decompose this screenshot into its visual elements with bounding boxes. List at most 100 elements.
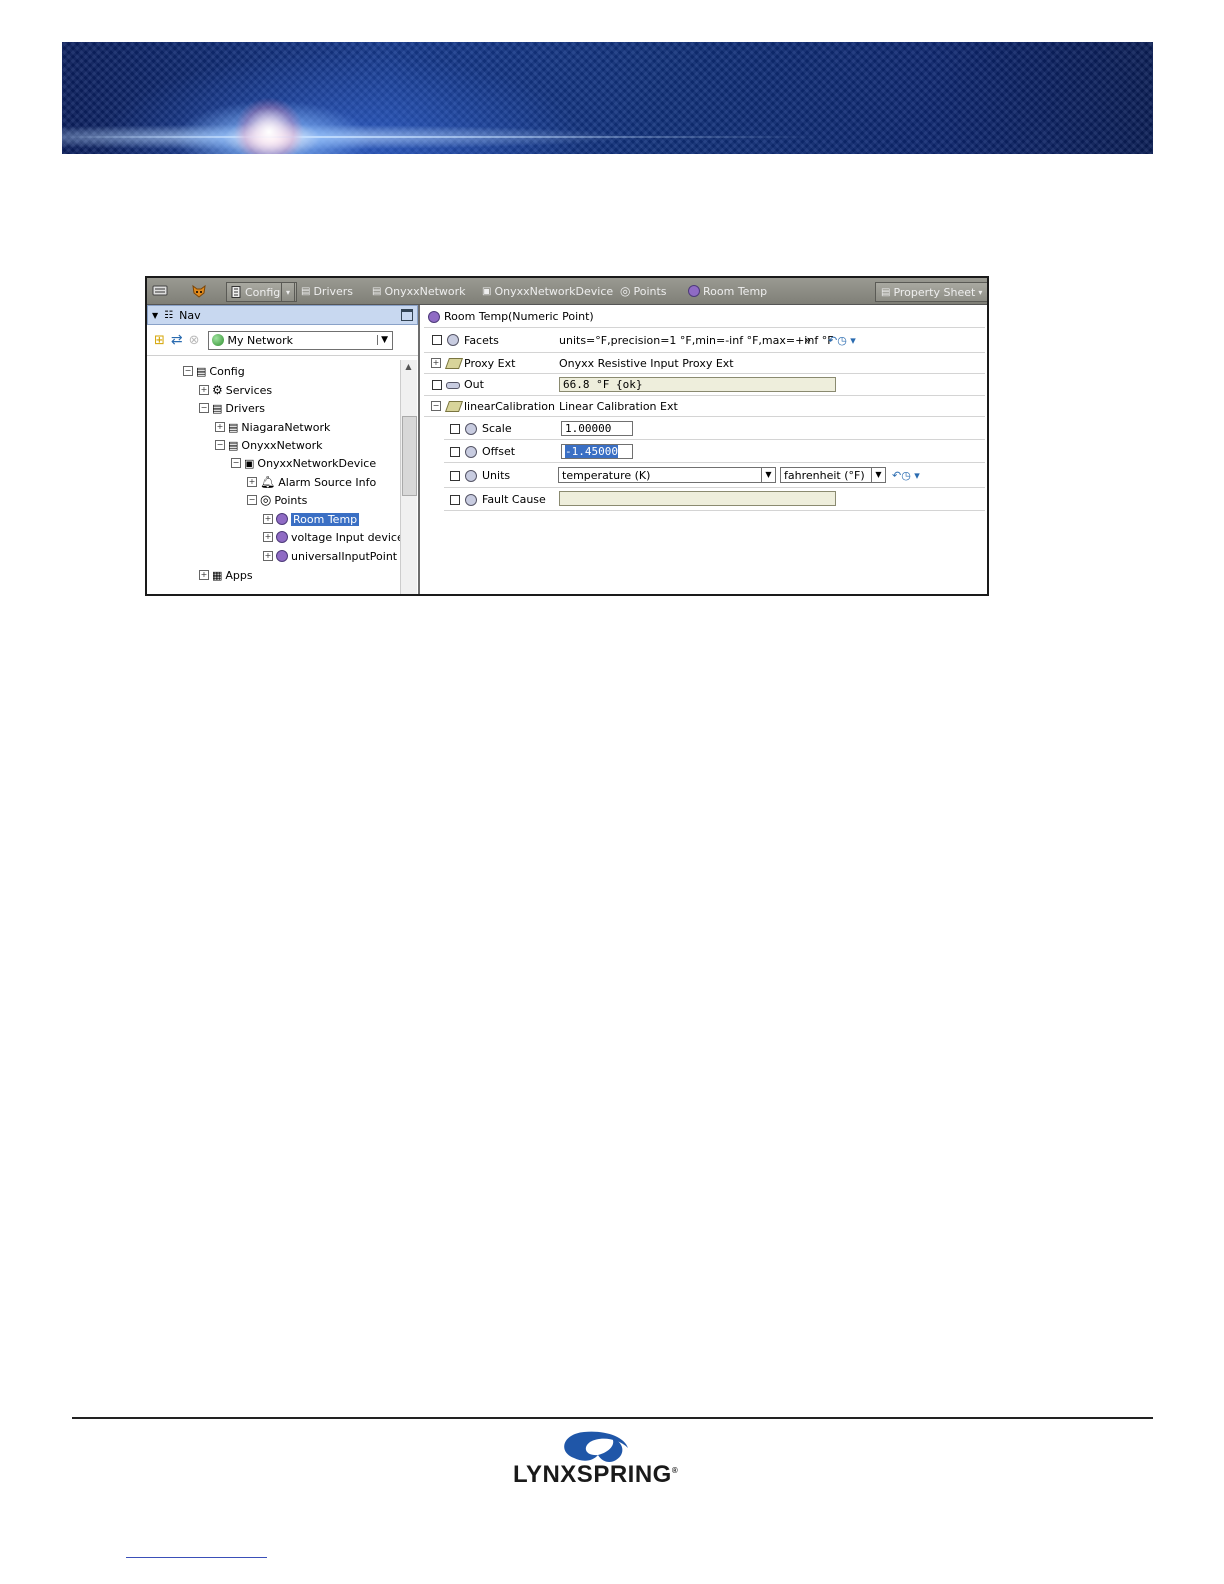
config-icon (230, 286, 242, 298)
tree-node-drivers[interactable]: − ▤ Drivers (199, 400, 265, 416)
expand-icon[interactable]: + (215, 422, 225, 432)
gear-icon: ⚙ (212, 383, 223, 397)
property-label: Scale (482, 421, 512, 435)
numeric-point-icon (428, 311, 440, 323)
scroll-thumb[interactable] (402, 416, 417, 496)
collapse-icon[interactable]: − (247, 495, 257, 505)
history-icon[interactable]: ↶◷ ▾ (892, 469, 920, 482)
chevron-down-icon[interactable]: ▼ (152, 311, 158, 320)
breadcrumb-room-temp-label: Room Temp (703, 284, 768, 298)
row-checkbox[interactable] (432, 335, 442, 345)
footer-link-underline[interactable] (126, 1557, 267, 1558)
tree-node-voltage-input[interactable]: + voltage Input device (263, 529, 400, 545)
maximize-icon[interactable] (401, 309, 413, 321)
row-checkbox[interactable] (432, 380, 442, 390)
collapse-icon[interactable]: − (199, 403, 209, 413)
device-icon: ▣ (482, 285, 492, 297)
station-icon[interactable] (152, 282, 168, 300)
out-value-field: 66.8 °F {ok} (559, 377, 836, 392)
brand-name: LYNXSPRING (513, 1461, 672, 1488)
collapse-icon[interactable]: − (231, 458, 241, 468)
bell-icon: 🔔︎ (260, 475, 276, 489)
quantity-select[interactable]: temperature (K) ▼ (558, 467, 776, 483)
tree-label: voltage Input device (291, 530, 400, 544)
nav-tools: ⊞ ⇄ ⊗ My Network ▼ (147, 325, 418, 356)
tree-label: Config (209, 364, 245, 378)
nav-sidebar: ▼ ☷ Nav ⊞ ⇄ ⊗ My Network ▼ − ▤ Config + … (147, 305, 420, 594)
expand-icon[interactable]: + (263, 514, 273, 524)
chevron-down-icon: ▼ (871, 468, 885, 482)
scale-input[interactable]: 1.00000 (561, 421, 633, 436)
network-select-value: My Network (227, 333, 293, 347)
numeric-point-icon (688, 285, 700, 297)
nav-title: Nav (179, 308, 201, 322)
footer-brand: LYNXSPRING® (513, 1461, 678, 1489)
scroll-up-icon[interactable]: ▲ (402, 361, 415, 373)
nav-header: ▼ ☷ Nav (147, 305, 418, 325)
sheet-title-row: Room Temp (Numeric Point) (424, 305, 985, 328)
offset-input[interactable]: -1.45000 (561, 444, 633, 459)
property-row-scale: Scale 1.00000 (444, 417, 985, 440)
view-selector-label: Property Sheet (893, 285, 976, 299)
row-checkbox[interactable] (450, 447, 460, 457)
expand-icon[interactable]: + (263, 551, 273, 561)
chevron-down-icon: ▼ (761, 468, 775, 482)
row-checkbox[interactable] (450, 495, 460, 505)
sheet-title: Room Temp (444, 309, 509, 323)
config-dropdown-arrow[interactable]: ▾ (281, 282, 295, 302)
drivers-icon: ▤ (301, 285, 311, 297)
globe-icon (211, 334, 224, 346)
close-disabled-icon[interactable]: ⊗ (189, 333, 200, 348)
expand-icon[interactable]: + (431, 358, 441, 368)
sheet-title-type: (Numeric Point) (508, 309, 594, 323)
network-icon: ▤ (228, 438, 239, 452)
slot-icon (465, 423, 477, 435)
unit-select[interactable]: fahrenheit (°F) ▼ (780, 467, 886, 483)
tree-label: Points (274, 493, 308, 507)
breadcrumb-points[interactable]: ◎ Points (620, 282, 667, 300)
collapse-icon[interactable]: − (431, 401, 441, 411)
expand-icon[interactable]: + (199, 385, 209, 395)
expand-icon[interactable]: + (199, 570, 209, 580)
tree-node-alarm-source-info[interactable]: + 🔔︎ Alarm Source Info (247, 474, 376, 490)
expand-icon[interactable]: + (247, 477, 257, 487)
property-label: Out (464, 378, 484, 391)
tree-node-room-temp[interactable]: + Room Temp (263, 511, 360, 527)
linear-calibration-value: Linear Calibration Ext (559, 399, 678, 413)
breadcrumb-onyxx-network[interactable]: ▤ OnyxxNetwork (372, 282, 466, 300)
tree-label: OnyxxNetworkDevice (257, 456, 377, 470)
row-checkbox[interactable] (450, 424, 460, 434)
collapse-icon[interactable]: − (215, 440, 225, 450)
property-row-fault-cause: Fault Cause (444, 488, 985, 511)
tree-node-config[interactable]: − ▤ Config (183, 363, 245, 379)
tree-node-onyxx-network[interactable]: − ▤ OnyxxNetwork (215, 437, 323, 453)
row-checkbox[interactable] (450, 471, 460, 481)
collapse-icon[interactable]: − (183, 366, 193, 376)
workbench-window: Config ▾ ▤ Drivers ▤ OnyxxNetwork ▣ Onyx… (145, 276, 989, 596)
tree-node-apps[interactable]: + ▦ Apps (199, 567, 253, 583)
expand-icon[interactable]: + (263, 532, 273, 542)
tree-node-onyxx-device[interactable]: − ▣ OnyxxNetworkDevice (231, 455, 376, 471)
tree-node-universal-input[interactable]: + universalInputPoint (263, 548, 397, 564)
history-icon[interactable]: ↶◷ ▾ (828, 334, 856, 347)
tree-node-niagara-network[interactable]: + ▤ NiagaraNetwork (215, 419, 330, 435)
slot-icon (465, 446, 477, 458)
numeric-point-icon (276, 531, 288, 543)
tree-node-points[interactable]: − ◎ Points (247, 492, 307, 508)
refresh-icon[interactable]: ⇄ (171, 332, 183, 348)
tree-node-services[interactable]: + ⚙ Services (199, 382, 272, 398)
new-station-icon[interactable]: ⊞ (154, 333, 165, 348)
points-icon: ◎ (620, 284, 631, 298)
breadcrumb-drivers[interactable]: ▤ Drivers (301, 282, 353, 300)
quantity-value: temperature (K) (562, 468, 651, 482)
unit-value: fahrenheit (°F) (784, 468, 865, 482)
expand-facets-icon[interactable]: » (804, 333, 811, 347)
breadcrumb-toolbar: Config ▾ ▤ Drivers ▤ OnyxxNetwork ▣ Onyx… (147, 278, 987, 305)
network-select[interactable]: My Network ▼ (207, 330, 393, 350)
tree-label-selected: Room Temp (291, 512, 360, 526)
view-selector[interactable]: ▤ Property Sheet ▾ (875, 282, 987, 302)
breadcrumb-room-temp[interactable]: Room Temp (688, 282, 767, 300)
breadcrumb-onyxx-device[interactable]: ▣ OnyxxNetworkDevice (482, 282, 613, 300)
niagara-fox-icon[interactable] (191, 282, 207, 300)
nav-scrollbar[interactable]: ▲ (400, 360, 417, 594)
